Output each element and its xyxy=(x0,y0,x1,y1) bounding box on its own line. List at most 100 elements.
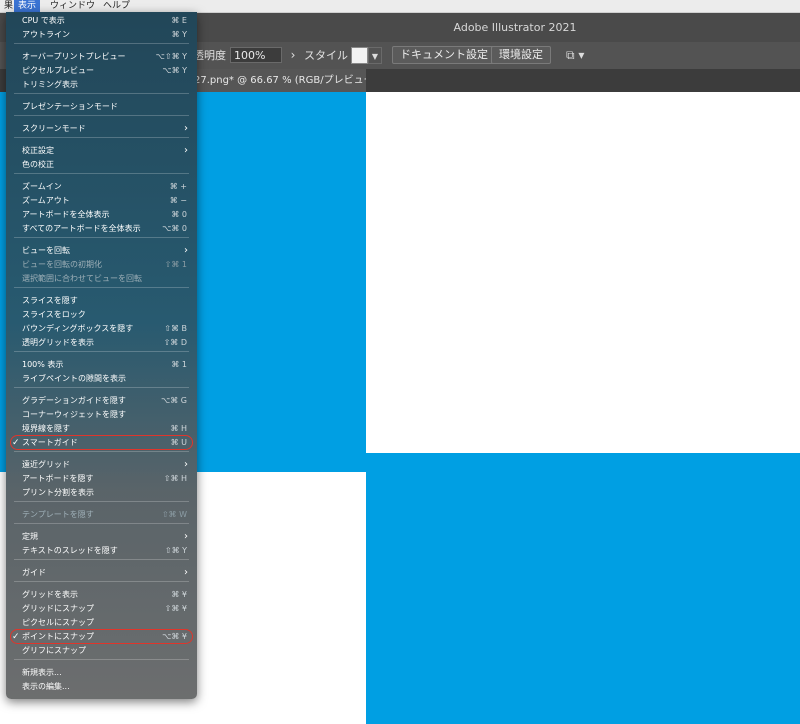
menu-item-label: グリッドを表示 xyxy=(22,590,78,599)
menu-separator xyxy=(14,115,189,116)
menu-item-13[interactable]: ビューを回転 › xyxy=(6,244,197,258)
submenu-chevron-right-icon: › xyxy=(184,145,188,156)
menu-item-27[interactable]: アートボードを隠す ⇧⌘ H xyxy=(6,472,197,486)
menu-item-24[interactable]: 境界線を隠す ⌘ H xyxy=(6,422,197,436)
menu-item-label: CPU で表示 xyxy=(22,16,65,25)
menu-item-39[interactable]: 表示の編集... xyxy=(6,680,197,694)
menu-item-16[interactable]: スライスを隠す xyxy=(6,294,197,308)
highlight-ring xyxy=(10,435,193,450)
menu-item-label: ズームアウト xyxy=(22,196,70,205)
opacity-label: 透明度 : xyxy=(193,49,234,62)
menu-item-37[interactable]: グリフにスナップ xyxy=(6,644,197,658)
menu-item-shortcut: ⇧⌘ ¥ xyxy=(164,604,187,613)
menu-item-shortcut: ⌘ H xyxy=(170,424,187,433)
menu-item-label: ビューを回転の初期化 xyxy=(22,260,102,269)
menu-item-14: ビューを回転の初期化 ⇧⌘ 1 xyxy=(6,258,197,272)
menu-item-label: アウトライン xyxy=(22,30,70,39)
highlight-ring xyxy=(10,629,193,644)
style-label: スタイル : xyxy=(304,49,356,62)
menu-separator xyxy=(14,237,189,238)
menu-item-label: スライスを隠す xyxy=(22,296,78,305)
menu-item-29: テンプレートを隠す ⇧⌘ W xyxy=(6,508,197,522)
menu-item-2[interactable]: オーバープリントプレビュー ⌥⇧⌘ Y xyxy=(6,50,197,64)
menu-item-3[interactable]: ピクセルプレビュー ⌥⌘ Y xyxy=(6,64,197,78)
style-swatch[interactable] xyxy=(351,47,368,64)
menu-item-5[interactable]: プレゼンテーションモード xyxy=(6,100,197,114)
menubar-item-view[interactable]: 表示 xyxy=(14,0,41,12)
menu-item-label: 選択範囲に合わせてビューを回転 xyxy=(22,274,142,283)
menu-item-23[interactable]: コーナーウィジェットを隠す xyxy=(6,408,197,422)
menu-item-label: 100% 表示 xyxy=(22,360,64,369)
arrange-documents-icon[interactable]: ⧉ ▾ xyxy=(566,42,584,69)
menu-item-32[interactable]: ガイド › xyxy=(6,566,197,580)
menu-item-4[interactable]: トリミング表示 xyxy=(6,78,197,92)
menu-item-30[interactable]: 定規 › xyxy=(6,530,197,544)
menubar-item-help[interactable]: ヘルプ xyxy=(99,0,134,12)
menu-item-label: ピクセルプレビュー xyxy=(22,66,94,75)
menu-item-shortcut: ⌘ Y xyxy=(171,30,187,39)
menu-item-shortcut: ⇧⌘ 1 xyxy=(164,260,187,269)
chevron-down-icon: ▼ xyxy=(371,52,379,61)
menu-item-shortcut: ⌘ ¥ xyxy=(171,590,187,599)
view-menu: CPU で表示 ⌘ E アウトライン ⌘ Y オーバープリントプレビュー ⌥⇧⌘ Y ピクセ… xyxy=(6,12,197,699)
menu-item-label: スクリーンモード xyxy=(22,124,86,133)
menu-item-18[interactable]: バウンディングボックスを隠す ⇧⌘ B xyxy=(6,322,197,336)
menu-item-20[interactable]: 100% 表示 ⌘ 1 xyxy=(6,358,197,372)
menu-item-1[interactable]: アウトライン ⌘ Y xyxy=(6,28,197,42)
menu-item-label: グラデーションガイドを隠す xyxy=(22,396,126,405)
style-dropdown-button[interactable]: ▼ xyxy=(368,47,382,64)
menu-item-33[interactable]: グリッドを表示 ⌘ ¥ xyxy=(6,588,197,602)
menubar-item-window[interactable]: ウィンドウ xyxy=(46,0,99,12)
menu-separator xyxy=(14,93,189,94)
menu-item-shortcut: ⌘ 0 xyxy=(171,210,187,219)
menu-item-10[interactable]: ズームアウト ⌘ − xyxy=(6,194,197,208)
menu-item-shortcut: ⌥⇧⌘ Y xyxy=(155,52,187,61)
menu-item-34[interactable]: グリッドにスナップ ⇧⌘ ¥ xyxy=(6,602,197,616)
menu-separator xyxy=(14,387,189,388)
menu-item-shortcut: ⇧⌘ H xyxy=(163,474,187,483)
menu-item-22[interactable]: グラデーションガイドを隠す ⌥⌘ G xyxy=(6,394,197,408)
document-tab[interactable]: 27.png* @ 66.67 % (RGB/プレビュー) xyxy=(186,69,366,92)
menu-item-label: 境界線を隠す xyxy=(22,424,70,433)
menu-item-28[interactable]: プリント分割を表示 xyxy=(6,486,197,500)
menu-separator xyxy=(14,581,189,582)
menu-item-shortcut: ⌥⌘ 0 xyxy=(162,224,187,233)
menu-item-21[interactable]: ライブペイントの隙間を表示 xyxy=(6,372,197,386)
menu-item-label: トリミング表示 xyxy=(22,80,78,89)
menu-separator xyxy=(14,451,189,452)
menu-item-shortcut: ⇧⌘ D xyxy=(163,338,187,347)
menu-item-7[interactable]: 校正設定 › xyxy=(6,144,197,158)
menu-separator xyxy=(14,559,189,560)
menu-item-label: プレゼンテーションモード xyxy=(22,102,118,111)
submenu-chevron-right-icon: › xyxy=(184,531,188,542)
menu-item-label: 遠近グリッド xyxy=(22,460,70,469)
menu-item-label: オーバープリントプレビュー xyxy=(22,52,126,61)
menu-item-19[interactable]: 透明グリッドを表示 ⇧⌘ D xyxy=(6,336,197,350)
opacity-arrow-button[interactable]: › xyxy=(286,47,300,63)
submenu-chevron-right-icon: › xyxy=(184,245,188,256)
menu-item-26[interactable]: 遠近グリッド › xyxy=(6,458,197,472)
menu-item-35[interactable]: ピクセルにスナップ xyxy=(6,616,197,630)
menu-item-shortcut: ⇧⌘ B xyxy=(164,324,187,333)
menu-item-shortcut: ⌘ 1 xyxy=(171,360,187,369)
menu-item-12[interactable]: すべてのアートボードを全体表示 ⌥⌘ 0 xyxy=(6,222,197,236)
menu-item-label: プリント分割を表示 xyxy=(22,488,94,497)
menu-item-8[interactable]: 色の校正 xyxy=(6,158,197,172)
menu-item-label: ライブペイントの隙間を表示 xyxy=(22,374,126,383)
menu-item-0[interactable]: CPU で表示 ⌘ E xyxy=(6,14,197,28)
menu-item-9[interactable]: ズームイン ⌘ + xyxy=(6,180,197,194)
opacity-input[interactable]: 100% xyxy=(230,47,282,63)
menu-item-6[interactable]: スクリーンモード › xyxy=(6,122,197,136)
document-setup-button[interactable]: ドキュメント設定 xyxy=(392,46,496,64)
submenu-chevron-right-icon: › xyxy=(184,567,188,578)
menu-item-31[interactable]: テキストのスレッドを隠す ⇧⌘ Y xyxy=(6,544,197,558)
menu-item-38[interactable]: 新規表示... xyxy=(6,666,197,680)
menu-item-label: 色の校正 xyxy=(22,160,54,169)
menu-item-label: ビューを回転 xyxy=(22,246,70,255)
menu-item-label: コーナーウィジェットを隠す xyxy=(22,410,126,419)
blue-block-bottom-right xyxy=(366,453,800,724)
preferences-button[interactable]: 環境設定 xyxy=(491,46,551,64)
submenu-chevron-right-icon: › xyxy=(184,459,188,470)
menu-item-11[interactable]: アートボードを全体表示 ⌘ 0 xyxy=(6,208,197,222)
menu-item-17[interactable]: スライスをロック xyxy=(6,308,197,322)
